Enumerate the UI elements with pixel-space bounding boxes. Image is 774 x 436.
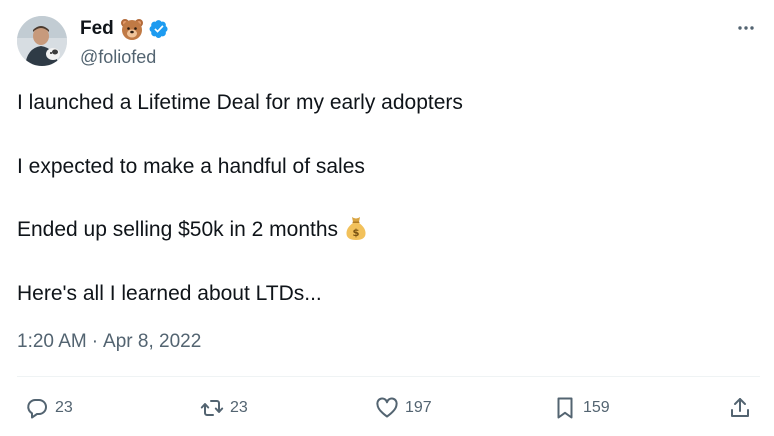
tweet-text-line: I launched a Lifetime Deal for my early … <box>17 91 463 114</box>
like-count: 197 <box>405 399 432 416</box>
tweet-time[interactable]: 1:20 AM <box>17 331 87 352</box>
bear-icon <box>120 17 144 41</box>
verified-badge-icon[interactable] <box>149 19 169 39</box>
more-options-button[interactable] <box>732 14 760 42</box>
tweet-date[interactable]: Apr 8, 2022 <box>103 331 201 352</box>
tweet-text-line: Ended up selling $50k in 2 months $ <box>17 215 368 244</box>
reply-count: 23 <box>55 399 73 416</box>
retweet-icon <box>200 400 224 416</box>
tweet-text-line: I expected to make a handful of sales <box>17 155 365 178</box>
share-icon <box>731 398 749 417</box>
avatar[interactable] <box>17 16 67 66</box>
bookmark-button[interactable]: 159 <box>553 395 610 421</box>
svg-text:$: $ <box>353 228 360 239</box>
share-button[interactable] <box>728 395 752 421</box>
author-name-row[interactable]: Fed <box>80 17 169 41</box>
tweet-timestamp[interactable]: 1:20 AM · Apr 8, 2022 <box>17 330 201 354</box>
tweet-text-line-content: Ended up selling $50k in 2 months <box>17 218 339 241</box>
bookmark-icon <box>557 397 573 419</box>
retweet-count: 23 <box>230 399 248 416</box>
bookmark-count: 159 <box>583 399 610 416</box>
display-name[interactable]: Fed <box>80 17 114 41</box>
moneybag-icon: $ <box>344 215 368 241</box>
tweet-text-line: Here's all I learned about LTDs... <box>17 282 322 305</box>
retweet-button[interactable]: 23 <box>200 395 248 421</box>
reply-icon <box>27 399 47 419</box>
reply-button[interactable]: 23 <box>25 395 73 421</box>
more-dots-icon <box>738 26 754 30</box>
divider <box>17 376 760 377</box>
like-button[interactable]: 197 <box>375 395 432 421</box>
heart-icon <box>376 397 398 418</box>
author-handle[interactable]: @foliofed <box>80 45 156 69</box>
timestamp-separator: · <box>91 331 99 352</box>
tweet-card: Fed @foliofed I launched a Lifetime Deal… <box>0 0 774 436</box>
